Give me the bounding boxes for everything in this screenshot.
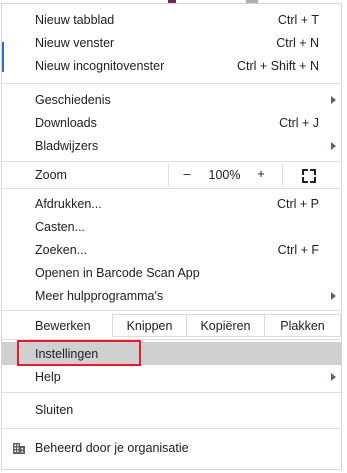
zoom-row: Zoom – 100% + [2, 164, 341, 187]
chevron-right-icon [331, 141, 336, 150]
menu-item-open-in-app[interactable]: Openen in Barcode Scan App [2, 261, 341, 284]
separator [2, 428, 341, 429]
building-icon [13, 443, 25, 454]
menu-item-cast[interactable]: Casten... [2, 215, 341, 238]
menu-item-downloads[interactable]: Downloads Ctrl + J [2, 111, 341, 134]
divider [282, 164, 283, 187]
managed-by-organization[interactable]: Beheerd door je organisatie [2, 437, 341, 459]
menu-item-help[interactable]: Help [2, 365, 341, 388]
divider [168, 164, 169, 187]
chevron-right-icon [331, 291, 336, 300]
separator [2, 392, 341, 393]
menu-item-exit[interactable]: Sluiten [2, 398, 341, 421]
separator [2, 188, 341, 189]
edit-label: Bewerken [35, 319, 91, 333]
browser-menu: Nieuw tabblad Ctrl + T Nieuw venster Ctr… [1, 3, 342, 470]
chevron-right-icon [331, 95, 336, 104]
menu-item-new-tab[interactable]: Nieuw tabblad Ctrl + T [2, 8, 341, 31]
cut-button[interactable]: Knippen [112, 314, 187, 337]
copy-button[interactable]: Kopiëren [186, 314, 265, 337]
menu-item-history[interactable]: Geschiedenis [2, 88, 341, 111]
zoom-out-button[interactable]: – [180, 167, 194, 181]
menu-item-new-window[interactable]: Nieuw venster Ctrl + N [2, 31, 341, 54]
separator [2, 310, 341, 311]
zoom-level: 100% [208, 168, 241, 182]
zoom-in-button[interactable]: + [254, 167, 268, 181]
separator [2, 161, 341, 162]
annotation-highlight-box [17, 340, 141, 366]
separator [2, 83, 341, 84]
fullscreen-icon[interactable] [302, 169, 316, 183]
paste-button[interactable]: Plakken [264, 314, 341, 337]
menu-item-more-tools[interactable]: Meer hulpprogramma's [2, 284, 341, 307]
menu-item-print[interactable]: Afdrukken... Ctrl + P [2, 192, 341, 215]
menu-item-find[interactable]: Zoeken... Ctrl + F [2, 238, 341, 261]
edit-row: Bewerken Knippen Kopiëren Plakken [2, 312, 341, 339]
chevron-right-icon [331, 372, 336, 381]
zoom-label: Zoom [35, 168, 67, 182]
menu-item-new-incognito-window[interactable]: Nieuw incognitovenster Ctrl + Shift + N [2, 54, 341, 77]
menu-item-bookmarks[interactable]: Bladwijzers [2, 134, 341, 157]
